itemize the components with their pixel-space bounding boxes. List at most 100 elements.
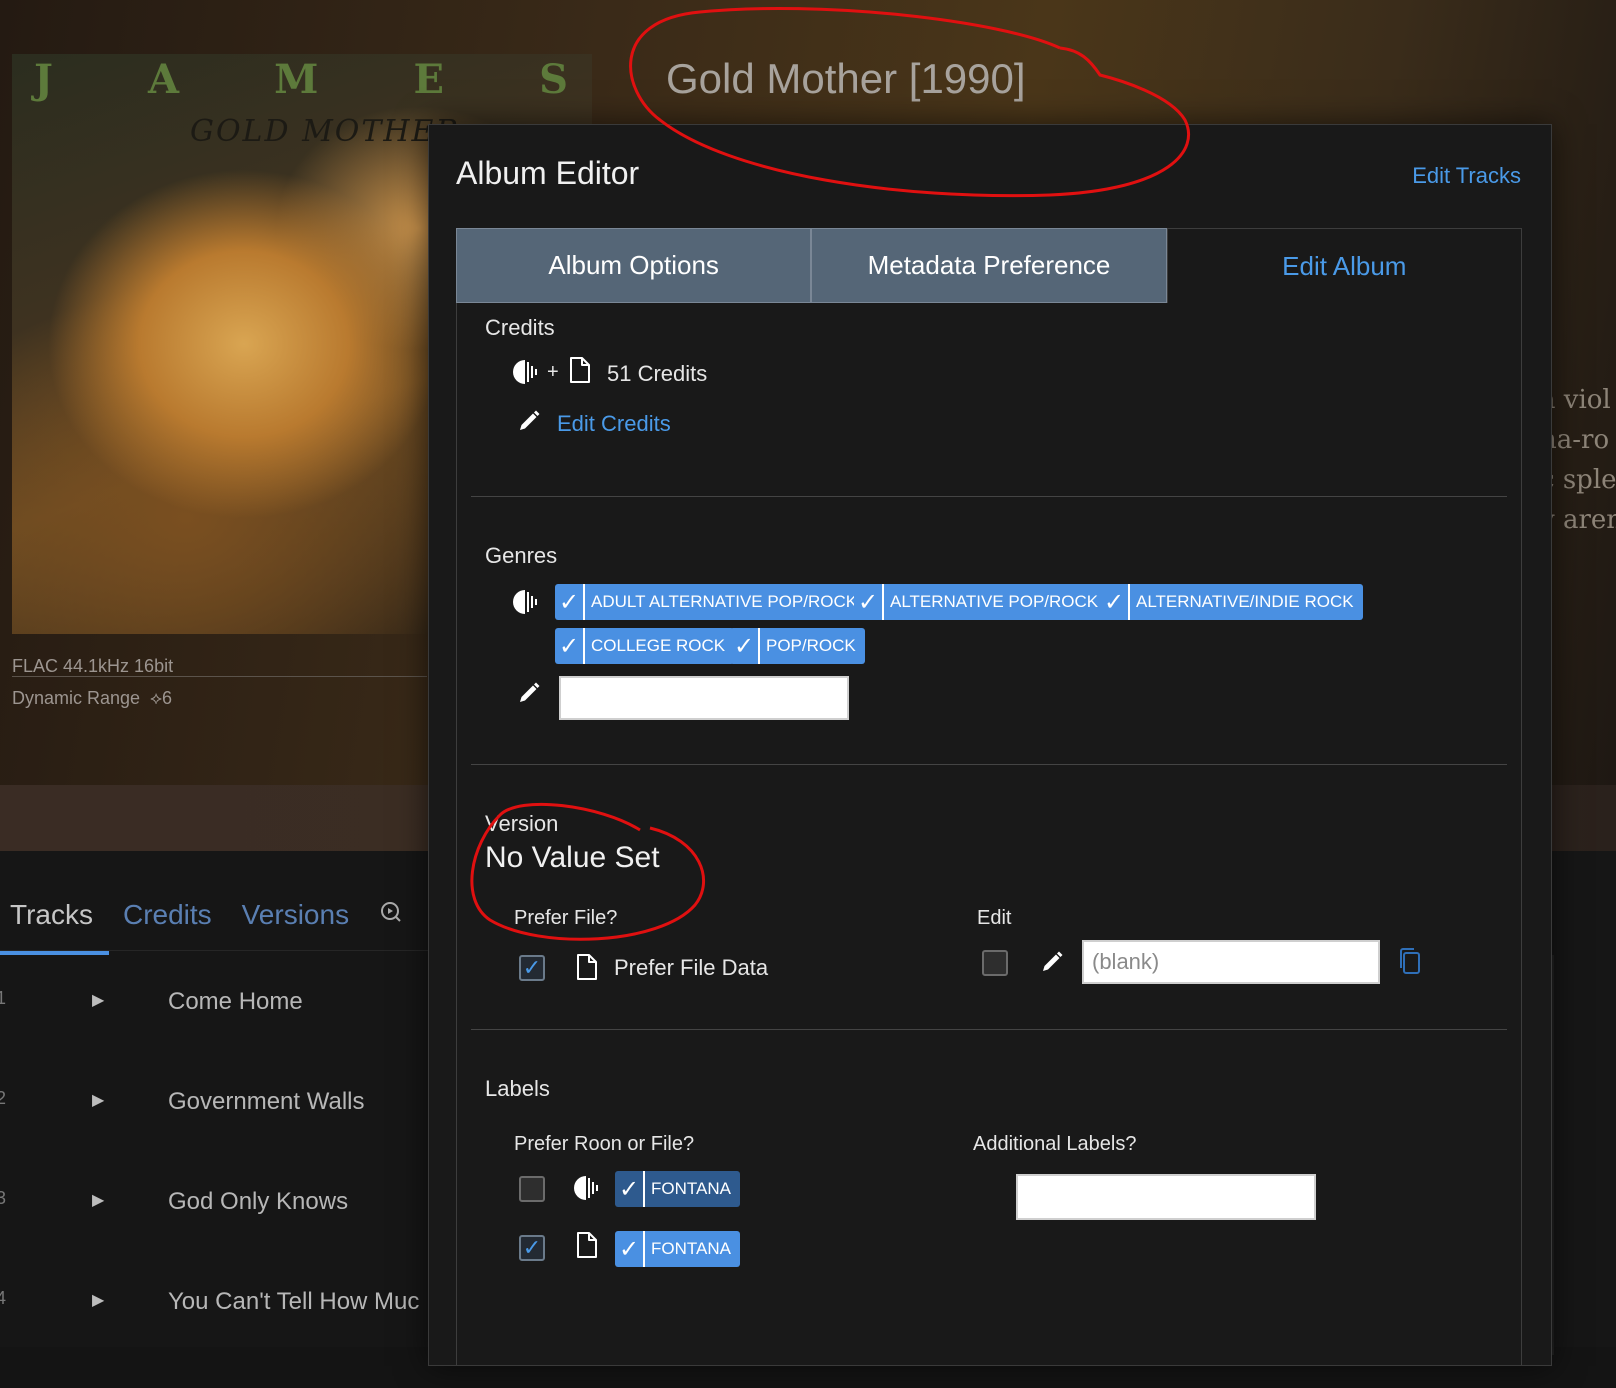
version-value: No Value Set [485,841,660,874]
prefer-roon-label-checkbox[interactable] [519,1176,545,1202]
album-heading: Gold Mother [1990] [666,55,1026,102]
check-icon: ✓ [615,1171,645,1207]
track-title: God Only Knows [168,1188,349,1215]
edit-credits-link[interactable]: Edit Credits [557,411,671,437]
tab-versions[interactable]: Versions [242,899,349,931]
credits-heading: Credits [485,315,555,340]
file-label-chip[interactable]: ✓ FONTANA [615,1231,740,1267]
prefer-file-checkbox[interactable]: ✓ [519,955,545,981]
play-icon[interactable]: ▶ [92,1190,104,1210]
cover-artist-letters: J A M E S [12,56,592,106]
tab-credits[interactable]: Credits [123,899,212,931]
edit-version-checkbox[interactable] [982,950,1008,976]
edit-album-panel: Credits + 51 Credits Edit Credits Genres… [456,303,1522,1365]
genre-chip-label: ALTERNATIVE/INDIE ROCK [1136,592,1354,611]
labels-heading: Labels [485,1076,550,1101]
track-row[interactable]: 3 ▶ God Only Knows [0,1188,430,1288]
track-row[interactable]: 1 ▶ Come Home [0,988,430,1088]
label-chip-text: FONTANA [651,1179,731,1198]
version-heading: Version [485,811,559,836]
dynamic-range-value: 6 [161,688,172,708]
cover-letter: E [413,56,446,103]
meta-divider [12,676,427,677]
album-editor-dialog: Album Editor Edit Tracks Album Options M… [428,124,1552,1366]
prefer-file-label-checkbox[interactable]: ✓ [519,1235,545,1261]
check-icon: ✓ [854,584,884,620]
section-divider [471,496,1507,497]
track-row[interactable]: 2 ▶ Government Walls [0,1088,430,1188]
roon-icon [574,1176,598,1200]
album-format-info: FLAC 44.1kHz 16bit Dynamic Range ⟡6 [12,650,427,714]
dynamic-range-icon: ⟡ [145,688,162,708]
prefer-file-data-text: Prefer File Data [614,955,769,980]
roon-icon [513,360,537,384]
dynamic-range-row: Dynamic Range ⟡6 [12,682,173,714]
roon-icon [513,590,537,614]
tab-edit-album[interactable]: Edit Album [1166,228,1522,303]
genre-chip[interactable]: ✓ COLLEGE ROCK [555,628,735,664]
section-divider [471,1029,1507,1030]
check-icon: ✓ [555,584,585,620]
genre-chip-label: ADULT ALTERNATIVE POP/ROCK [591,592,858,611]
album-nav-tabs: Tracks Credits Versions [0,880,457,955]
play-icon[interactable]: ▶ [92,1290,104,1310]
pencil-icon [520,410,540,430]
track-title: You Can't Tell How Muc [168,1288,420,1315]
track-number: 2 [0,1088,7,1108]
cover-letter: A [148,56,182,103]
check-icon: ✓ [615,1231,645,1267]
pencil-icon [520,682,540,702]
credits-count: 51 Credits [607,361,708,386]
tab-metadata-preference[interactable]: Metadata Preference [811,228,1167,303]
genre-chip[interactable]: ✓ ALTERNATIVE/INDIE ROCK [1100,584,1363,620]
play-icon[interactable]: ▶ [92,990,104,1010]
check-icon: ✓ [555,628,585,664]
genres-heading: Genres [485,543,558,568]
nav-divider [0,950,430,951]
genre-chip-label: POP/ROCK [766,636,856,655]
cover-letter: J [34,56,55,103]
edit-label: Edit [977,907,1012,929]
tab-tracks[interactable]: Tracks [0,899,109,955]
roon-label-chip[interactable]: ✓ FONTANA [615,1171,740,1207]
genre-chip[interactable]: ✓ ALTERNATIVE POP/ROCK [854,584,1108,620]
genre-chip-label: ALTERNATIVE POP/ROCK [890,592,1099,611]
tab-album-options[interactable]: Album Options [456,228,812,303]
cover-letter: M [274,56,321,103]
search-icon[interactable] [379,900,403,930]
plus-icon: + [547,361,559,383]
check-icon: ✓ [730,628,760,664]
track-row[interactable]: 4 ▶ You Can't Tell How Muc [0,1288,430,1388]
check-icon: ✓ [1100,584,1130,620]
additional-labels-input[interactable] [1016,1174,1316,1220]
cover-letter: S [539,56,570,103]
genre-chip[interactable]: ✓ ADULT ALTERNATIVE POP/ROCK [555,584,867,620]
file-icon [570,357,590,383]
label-chip-text: FONTANA [651,1239,731,1258]
copy-icon[interactable] [1398,947,1422,975]
dynamic-range-label: Dynamic Range [12,688,141,708]
track-title: Come Home [168,988,303,1015]
play-icon[interactable]: ▶ [92,1090,104,1110]
file-icon [577,954,597,980]
track-number: 4 [0,1288,7,1308]
prefer-file-label: Prefer File? [514,907,618,929]
edit-tracks-link[interactable]: Edit Tracks [1412,163,1521,189]
version-edit-input[interactable] [1082,940,1380,984]
genre-chip-label: COLLEGE ROCK [591,636,726,655]
pencil-icon [1043,951,1063,971]
additional-labels-label: Additional Labels? [973,1133,1137,1155]
genre-chip[interactable]: ✓ POP/ROCK [730,628,865,664]
track-title: Government Walls [168,1088,365,1115]
format-text: FLAC 44.1kHz 16bit [12,656,174,676]
dialog-title: Album Editor [456,155,640,191]
cover-album-title: GOLD MOTHER [190,114,461,149]
new-genre-input[interactable] [559,676,849,720]
editor-tabs: Album Options Metadata Preference Edit A… [456,228,1522,303]
right-column-divider [1552,955,1554,1355]
track-number: 3 [0,1188,7,1208]
file-icon [577,1232,597,1258]
track-number: 1 [0,988,7,1008]
prefer-roon-or-file-label: Prefer Roon or File? [514,1133,695,1155]
section-divider [471,764,1507,765]
